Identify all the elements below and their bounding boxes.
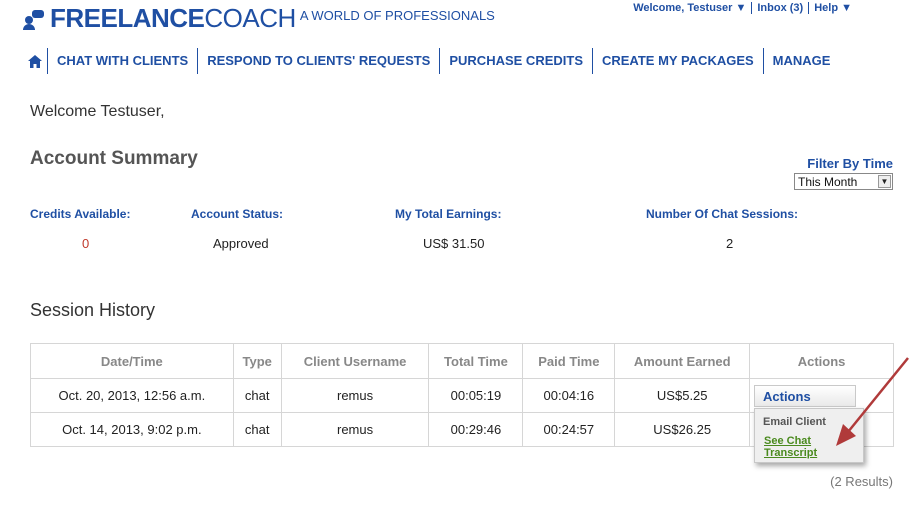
logo-text-coach: COACH (204, 3, 296, 33)
cell-amount-earned: US$5.25 (614, 378, 751, 413)
nav-chat-with-clients[interactable]: CHAT WITH CLIENTS (48, 48, 199, 74)
menu-item-email-client[interactable]: Email Client (763, 416, 826, 428)
user-menu-link[interactable]: Welcome, Testuser ▼ (628, 2, 751, 14)
account-summary-title: Account Summary (30, 148, 198, 169)
menu-item-see-chat-transcript[interactable]: See Chat Transcript (764, 435, 834, 459)
col-paid-time[interactable]: Paid Time (522, 343, 616, 379)
nav-respond-to-requests[interactable]: RESPOND TO CLIENTS' REQUESTS (198, 48, 441, 74)
cell-date-time: Oct. 14, 2013, 9:02 p.m. (30, 412, 234, 447)
chat-sessions-value: 2 (726, 236, 734, 251)
site-header: FREELANCE COACH A WORLD OF PROFESSIONALS… (0, 0, 915, 40)
dropdown-arrow-icon[interactable]: ▼ (878, 175, 891, 188)
credits-available-label: Credits Available: (30, 207, 131, 221)
logo-person-chat-icon (22, 6, 48, 32)
total-earnings-value: US$ 31.50 (423, 236, 485, 251)
logo-tagline: A WORLD OF PROFESSIONALS (299, 8, 495, 23)
help-menu-link[interactable]: Help ▼ (808, 2, 857, 14)
account-status-label: Account Status: (191, 207, 284, 221)
cell-client-username: remus (280, 378, 430, 413)
col-total-time[interactable]: Total Time (428, 343, 524, 379)
filter-selected-value: This Month (798, 174, 858, 189)
site-logo[interactable]: FREELANCE COACH A WORLD OF PROFESSIONALS (22, 4, 495, 32)
table-header-row: Date/Time Type Client Username Total Tim… (30, 343, 894, 379)
col-client-username[interactable]: Client Username (280, 343, 430, 379)
col-type[interactable]: Type (232, 343, 282, 379)
logo-text-freelance: FREELANCE (50, 3, 205, 33)
col-actions: Actions (749, 343, 894, 379)
session-history-title: Session History (30, 300, 156, 320)
chat-sessions-label: Number Of Chat Sessions: (646, 207, 799, 221)
cell-date-time: Oct. 20, 2013, 12:56 a.m. (30, 378, 234, 413)
actions-button[interactable]: Actions (754, 385, 856, 407)
account-status-value: Approved (213, 236, 269, 251)
col-date-time[interactable]: Date/Time (30, 343, 234, 379)
nav-purchase-credits[interactable]: PURCHASE CREDITS (440, 48, 593, 74)
cell-client-username: remus (280, 412, 430, 447)
cell-total-time: 00:29:46 (428, 412, 524, 447)
cell-paid-time: 00:24:57 (522, 412, 616, 447)
home-icon[interactable] (22, 48, 48, 74)
filter-by-time-select[interactable]: This Month ▼ (794, 173, 893, 190)
cell-type: chat (232, 412, 282, 447)
actions-menu: Email Client See Chat Transcript (754, 408, 864, 463)
main-nav: CHAT WITH CLIENTS RESPOND TO CLIENTS' RE… (22, 48, 839, 74)
nav-manage[interactable]: MANAGE (764, 48, 840, 74)
cell-amount-earned: US$26.25 (614, 412, 751, 447)
nav-create-packages[interactable]: CREATE MY PACKAGES (593, 48, 764, 74)
cell-type: chat (232, 378, 282, 413)
credits-available-value: 0 (82, 236, 90, 251)
results-count: (2 Results) (830, 474, 893, 489)
cell-total-time: 00:05:19 (428, 378, 524, 413)
cell-paid-time: 00:04:16 (522, 378, 616, 413)
total-earnings-label: My Total Earnings: (395, 207, 502, 221)
welcome-message: Welcome Testuser, (30, 103, 165, 120)
top-links: Welcome, Testuser ▼ Inbox (3) Help ▼ (628, 2, 857, 14)
inbox-link[interactable]: Inbox (3) (751, 2, 808, 14)
filter-by-time-label: Filter By Time (807, 156, 893, 171)
col-amount-earned[interactable]: Amount Earned (614, 343, 751, 379)
